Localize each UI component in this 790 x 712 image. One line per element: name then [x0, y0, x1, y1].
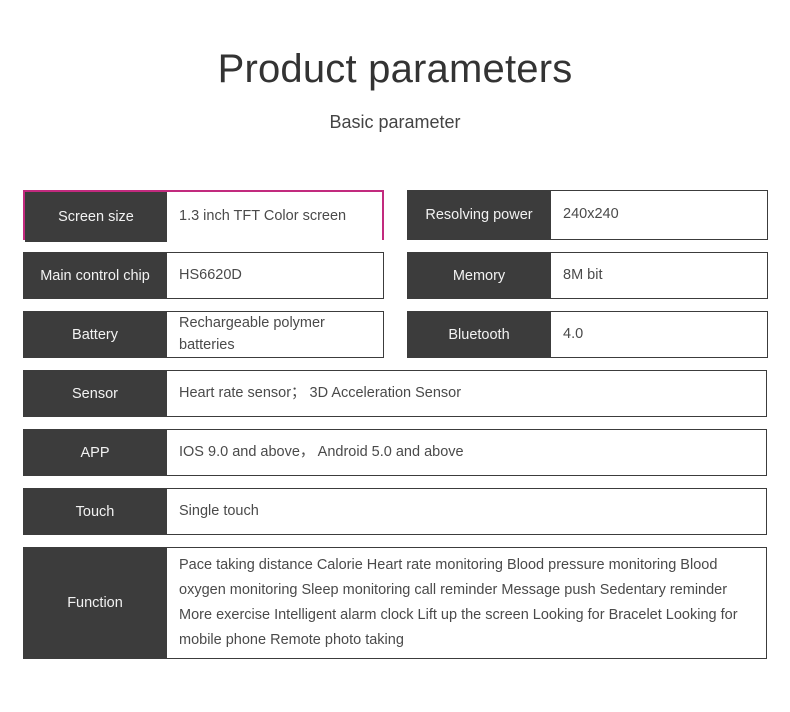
row-label-screen-size: Screen size — [25, 192, 167, 242]
row-value-touch: Single touch — [167, 488, 767, 535]
parameters-table: Screen size 1.3 inch TFT Color screen Re… — [23, 190, 768, 671]
product-parameters-page: Product parameters Basic parameter Scree… — [0, 0, 790, 712]
table-row-group-3: Battery Rechargeable polymer batteries B… — [23, 311, 768, 358]
row-value-memory: 8M bit — [551, 252, 768, 299]
row-label-function: Function — [23, 547, 167, 659]
row-label-memory: Memory — [407, 252, 551, 299]
half-left-3: Battery Rechargeable polymer batteries — [23, 311, 384, 358]
table-row-app: APP IOS 9.0 and above， Android 5.0 and a… — [23, 429, 767, 476]
page-subtitle: Basic parameter — [329, 112, 461, 132]
table-row-resolving-power: Resolving power 240x240 — [407, 190, 768, 240]
row-label-touch: Touch — [23, 488, 167, 535]
row-label-battery: Battery — [23, 311, 167, 358]
table-row-battery: Battery Rechargeable polymer batteries — [23, 311, 384, 358]
table-row-bluetooth: Bluetooth 4.0 — [407, 311, 768, 358]
table-row-group-1: Screen size 1.3 inch TFT Color screen Re… — [23, 190, 768, 242]
page-title: Product parameters — [217, 47, 573, 91]
row-value-function: Pace taking distance Calorie Heart rate … — [167, 547, 767, 659]
table-row-screen-size: Screen size 1.3 inch TFT Color screen — [23, 190, 384, 242]
half-right-3: Bluetooth 4.0 — [407, 311, 768, 358]
row-label-sensor: Sensor — [23, 370, 167, 417]
row-label-bluetooth: Bluetooth — [407, 311, 551, 358]
half-left-1: Screen size 1.3 inch TFT Color screen — [23, 190, 384, 242]
row-value-bluetooth: 4.0 — [551, 311, 768, 358]
table-row-function: Function Pace taking distance Calorie He… — [23, 547, 767, 659]
row-value-battery: Rechargeable polymer batteries — [167, 311, 384, 358]
row-label-main-control-chip: Main control chip — [23, 252, 167, 299]
table-row-memory: Memory 8M bit — [407, 252, 768, 299]
half-right-2: Memory 8M bit — [407, 252, 768, 299]
table-row-touch: Touch Single touch — [23, 488, 767, 535]
row-value-main-control-chip: HS6620D — [167, 252, 384, 299]
half-left-2: Main control chip HS6620D — [23, 252, 384, 299]
half-right-1: Resolving power 240x240 — [407, 190, 768, 240]
row-label-resolving-power: Resolving power — [407, 190, 551, 240]
table-row-group-2: Main control chip HS6620D Memory 8M bit — [23, 252, 768, 299]
table-row-sensor: Sensor Heart rate sensor； 3D Acceleratio… — [23, 370, 767, 417]
page-header: Product parameters Basic parameter — [0, 0, 790, 134]
row-value-resolving-power: 240x240 — [551, 190, 768, 240]
row-value-screen-size: 1.3 inch TFT Color screen — [167, 192, 382, 242]
function-list-text: Pace taking distance Calorie Heart rate … — [179, 557, 738, 648]
row-value-app: IOS 9.0 and above， Android 5.0 and above — [167, 429, 767, 476]
table-row-main-control-chip: Main control chip HS6620D — [23, 252, 384, 299]
row-label-app: APP — [23, 429, 167, 476]
row-value-sensor: Heart rate sensor； 3D Acceleration Senso… — [167, 370, 767, 417]
